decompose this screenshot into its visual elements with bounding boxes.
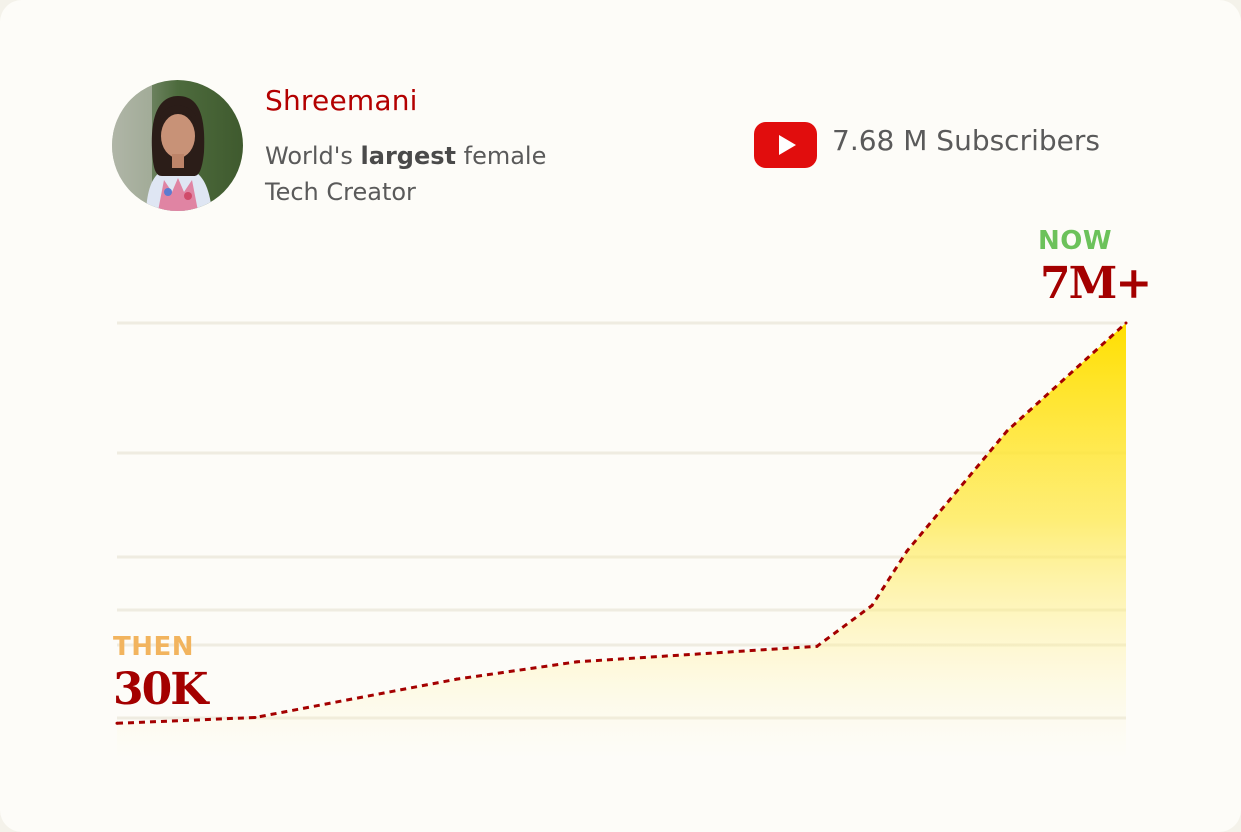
chart-data-point [815, 644, 819, 648]
chart-area-fill [117, 323, 1126, 760]
chart-data-point [115, 721, 119, 725]
chart-data-point [253, 716, 257, 720]
chart-data-point [870, 604, 874, 608]
chart-data-point [1124, 321, 1128, 325]
then-value: 30K [113, 664, 208, 715]
then-label: THEN [113, 632, 195, 662]
chart-data-point [1005, 429, 1009, 433]
now-label: NOW [1038, 226, 1113, 256]
chart-data-point [455, 677, 459, 681]
chart-data-point [575, 660, 579, 664]
now-value: 7M+ [1040, 258, 1152, 309]
subscriber-growth-card: Shreemani World's largest female Tech Cr… [0, 0, 1241, 832]
chart-data-point [905, 549, 909, 553]
